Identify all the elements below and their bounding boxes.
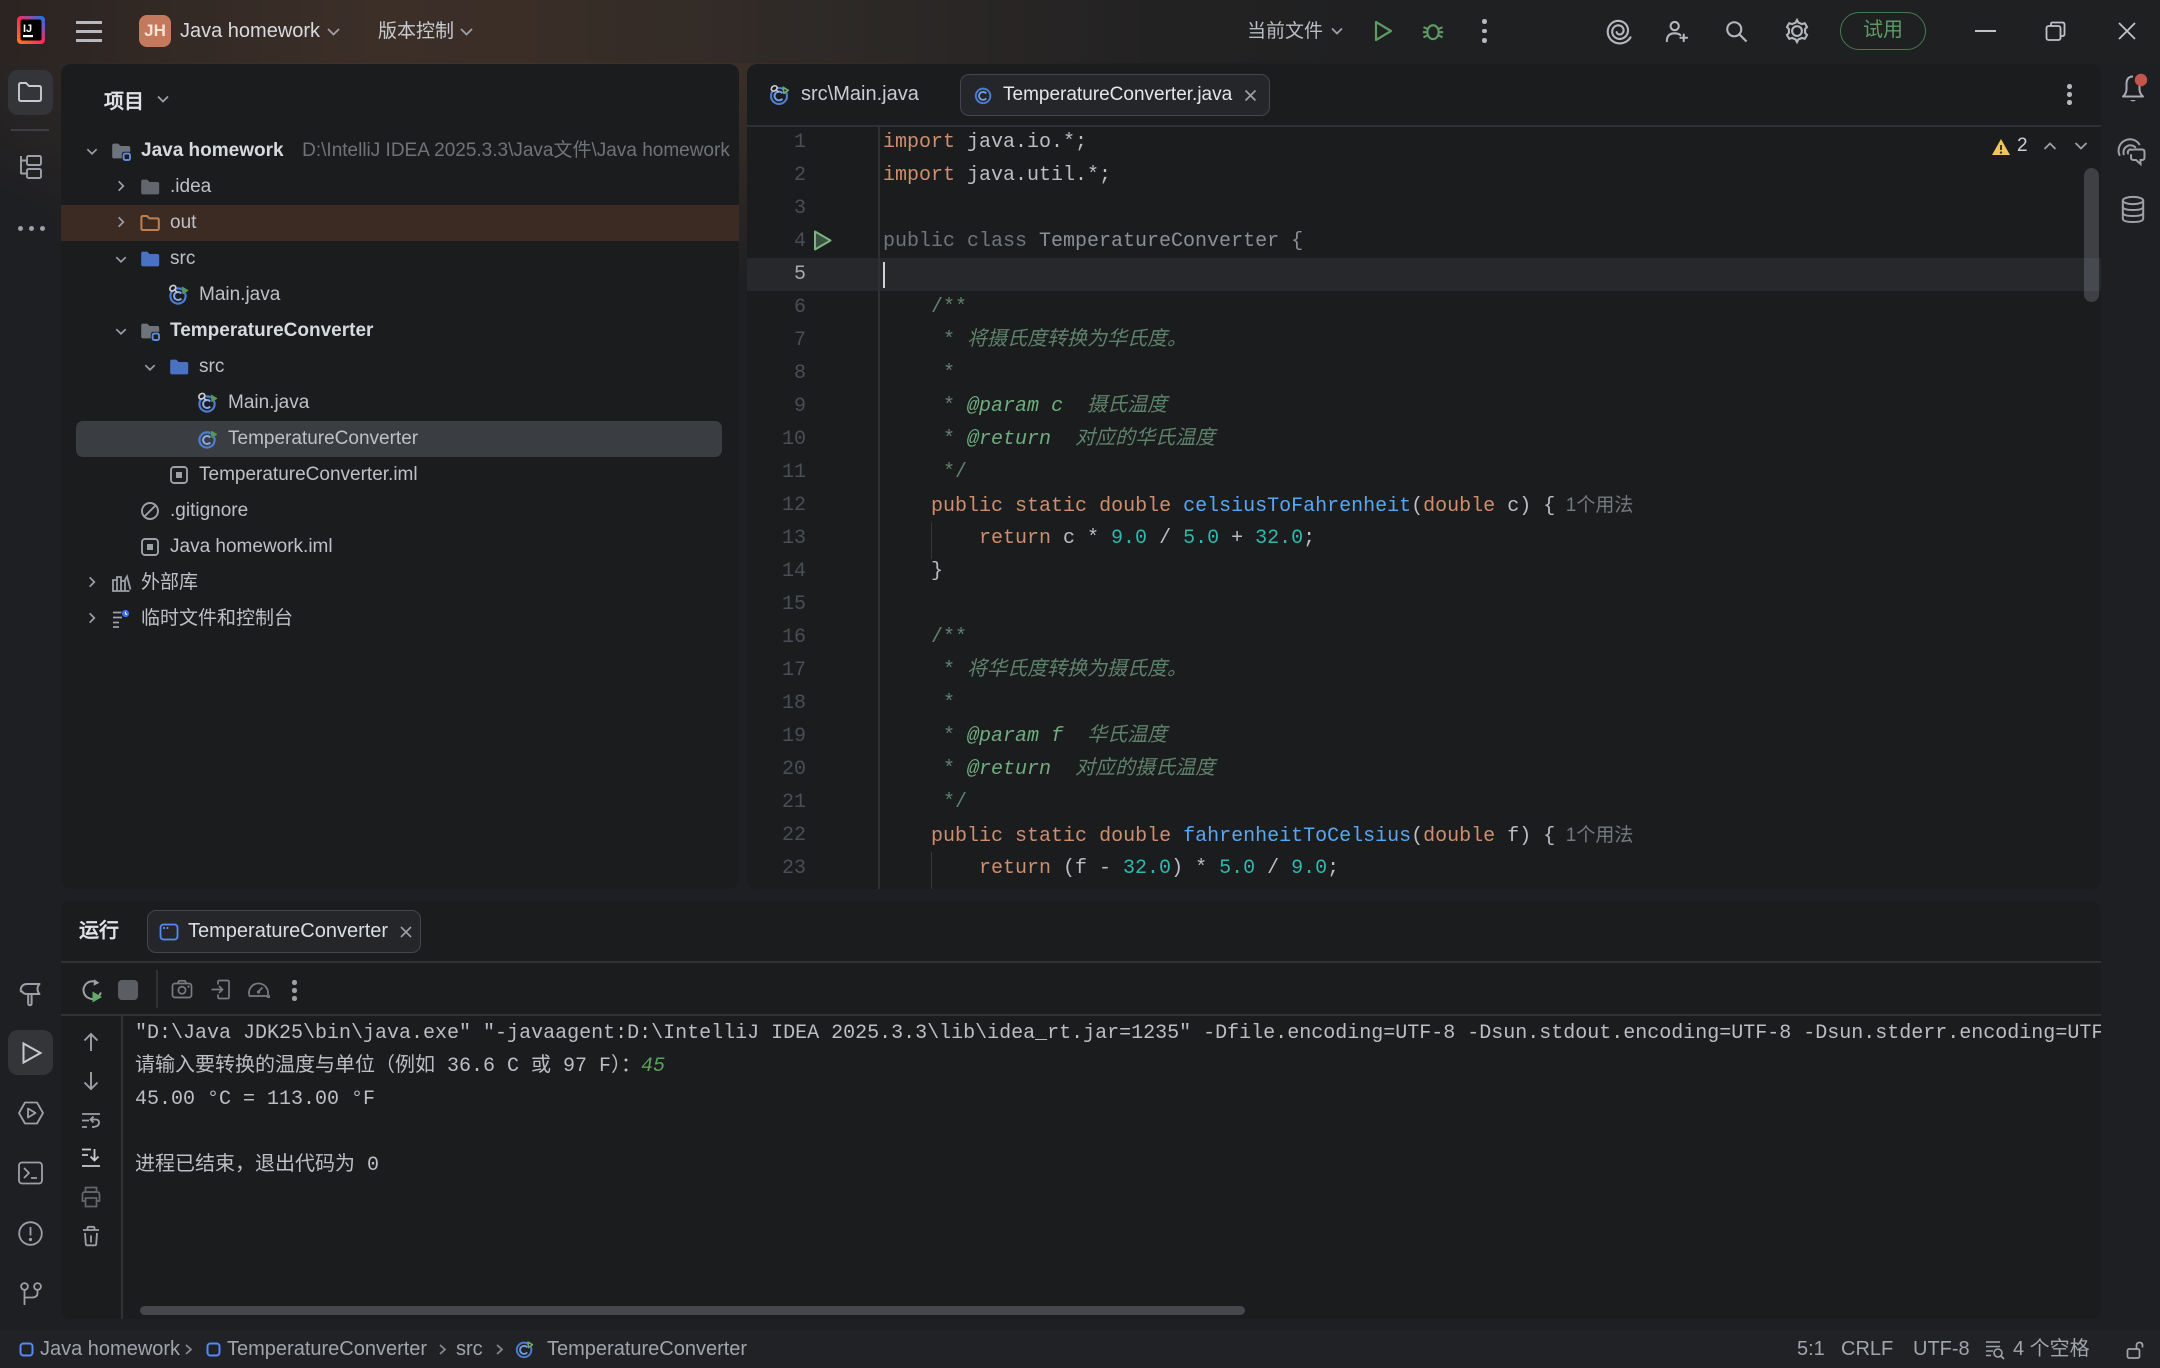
- svg-text:IJ: IJ: [23, 23, 32, 35]
